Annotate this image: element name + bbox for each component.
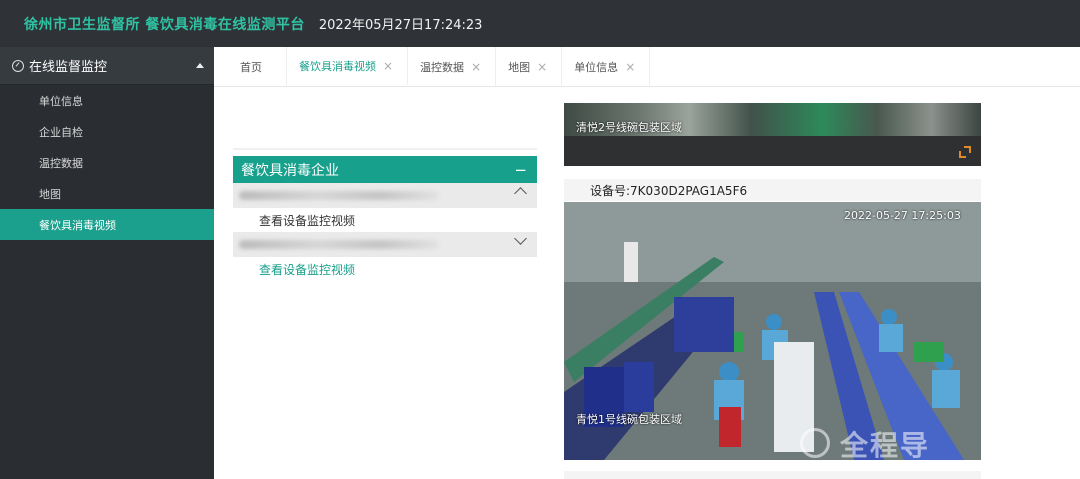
tab-temperature-data[interactable]: 温控数据 ×	[408, 47, 497, 86]
close-icon[interactable]: ×	[625, 60, 635, 74]
divider	[233, 148, 537, 150]
collapse-icon[interactable]: −	[514, 161, 527, 179]
link-label: 查看设备监控视频	[259, 262, 356, 277]
caret-up-icon	[196, 63, 204, 68]
chevron-up-icon[interactable]	[514, 187, 527, 200]
video-control-bar	[564, 136, 981, 166]
enterprise-row[interactable]	[233, 232, 537, 257]
close-icon[interactable]: ×	[471, 60, 481, 74]
sidebar-item-disinfection-video[interactable]: 餐饮具消毒视频	[0, 209, 214, 240]
link-label: 查看设备监控视频	[259, 213, 356, 228]
redacted-enterprise-name	[239, 240, 439, 249]
sidebar-item-map[interactable]: 地图	[0, 178, 214, 209]
tab-label: 单位信息	[574, 60, 619, 74]
panel-title: 餐饮具消毒企业	[241, 162, 339, 179]
sidebar-item-label: 餐饮具消毒视频	[39, 218, 116, 232]
top-bar: 徐州市卫生监督所 餐饮具消毒在线监测平台 2022年05月27日17:24:23	[0, 0, 1080, 47]
sidebar-item-label: 企业自检	[39, 125, 83, 139]
device-number: 设备号:7K030D2PAG1A5F6	[590, 183, 748, 198]
tab-map[interactable]: 地图 ×	[496, 47, 563, 86]
view-device-video-link[interactable]: 查看设备监控视频	[233, 208, 537, 232]
tab-label: 温控数据	[420, 60, 465, 74]
video-player-2[interactable]: 2022-05-27 17:25:03 青悦1号线碗包装区域	[564, 202, 981, 460]
video-overlay-text: 清悦2号线碗包装区域	[576, 121, 682, 134]
watermark: 全程导	[800, 424, 1000, 464]
tab-disinfection-video[interactable]: 餐饮具消毒视频 ×	[287, 47, 409, 86]
device-number-label: 设备号:7K030D2PAG1A5F6	[564, 179, 981, 201]
enterprise-row[interactable]	[233, 183, 537, 208]
tab-home[interactable]: 首页	[214, 47, 287, 86]
sidebar-item-self-inspection[interactable]: 企业自检	[0, 116, 214, 147]
enterprise-panel-header[interactable]: 餐饮具消毒企业 −	[233, 156, 537, 183]
video-player-1[interactable]: 清悦2号线碗包装区域	[564, 103, 981, 166]
close-icon[interactable]: ×	[383, 59, 393, 73]
tab-label: 地图	[508, 60, 531, 74]
sidebar-group-online-monitoring[interactable]: 在线监督监控	[0, 47, 214, 85]
chevron-down-icon[interactable]	[514, 232, 527, 245]
tab-bar: 首页 餐饮具消毒视频 × 温控数据 × 地图 × 单位信息 ×	[214, 47, 1080, 87]
close-icon[interactable]: ×	[537, 60, 547, 74]
tab-unit-info[interactable]: 单位信息 ×	[562, 47, 651, 86]
sidebar: 在线监督监控 单位信息 企业自检 温控数据 地图 餐饮具消毒视频	[0, 47, 214, 479]
dashboard-gauge-icon	[12, 59, 24, 72]
sidebar-item-label: 温控数据	[39, 156, 83, 170]
sidebar-item-temperature-data[interactable]: 温控数据	[0, 147, 214, 178]
sidebar-group-label: 在线监督监控	[29, 60, 108, 75]
tab-label: 餐饮具消毒视频	[299, 59, 376, 73]
view-device-video-link[interactable]: 查看设备监控视频	[233, 257, 537, 281]
tab-label: 首页	[240, 60, 262, 74]
redacted-enterprise-name	[239, 191, 439, 200]
watermark-logo-icon	[800, 428, 830, 458]
enterprise-panel: 餐饮具消毒企业 − 查看设备监控视频 查看设备监控视频	[233, 148, 537, 284]
sidebar-item-label: 地图	[39, 187, 61, 201]
video-timestamp: 2022-05-27 17:25:03	[844, 209, 961, 222]
sidebar-item-unit-info[interactable]: 单位信息	[0, 85, 214, 116]
device-number-label	[564, 471, 981, 479]
current-datetime: 2022年05月27日17:24:23	[318, 18, 483, 33]
platform-title: 徐州市卫生监督所 餐饮具消毒在线监测平台	[24, 16, 305, 33]
watermark-text: 全程导	[840, 429, 931, 462]
fullscreen-icon[interactable]	[959, 146, 971, 158]
sidebar-item-label: 单位信息	[39, 94, 83, 108]
video-overlay-text: 青悦1号线碗包装区域	[576, 413, 682, 426]
